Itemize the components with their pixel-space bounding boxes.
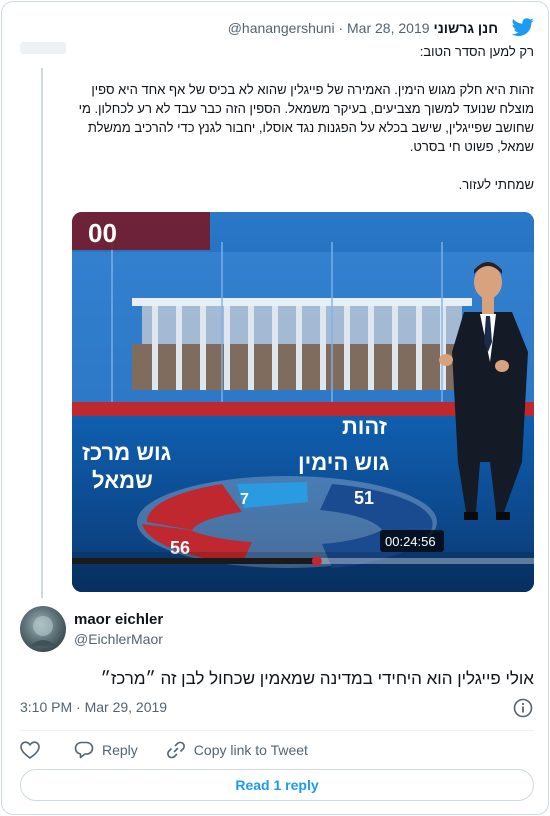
label-party: זהות (342, 414, 387, 439)
number-right-bloc: 51 (354, 488, 374, 508)
quoted-date[interactable]: Mar 28, 2019 (347, 20, 430, 36)
quoted-paragraph-2: זהות היא חלק מגוש הימין. האמירה של פייגל… (78, 82, 534, 154)
quoted-author-handle[interactable]: @hanangershuni (228, 20, 335, 36)
info-icon[interactable] (513, 698, 533, 718)
quoted-author-name[interactable]: חנן גרשוני (434, 20, 498, 36)
quoted-author-handle-date: @hanangershuni · Mar 28, 2019 (228, 20, 430, 36)
read-replies-button[interactable]: Read 1 reply (20, 769, 534, 801)
video-progress-fill (72, 558, 317, 564)
heart-icon[interactable] (20, 741, 40, 759)
video-timestamp: 00:24:56 (385, 534, 436, 549)
label-left-bloc-line1: גוש מרכז (82, 440, 171, 465)
reply-author-avatar[interactable] (20, 606, 66, 652)
video-progress-knob[interactable] (311, 556, 322, 566)
tweet-embed-card: חנן גרשוני @hanangershuni · Mar 28, 2019… (1, 1, 549, 815)
reply-author-handle[interactable]: @EichlerMaor (74, 631, 163, 647)
reply-tweet-text: אולי פייגלין הוא היחידי במדינה שמאמין שכ… (100, 669, 534, 688)
reply-timestamp[interactable]: 3:10 PM · Mar 29, 2019 (20, 699, 167, 715)
link-icon (166, 741, 185, 759)
reply-author-name[interactable]: maor eichler (74, 611, 163, 628)
like-action[interactable] (20, 741, 40, 759)
quoted-paragraph-3: שמחתי לעזור. (458, 177, 534, 192)
number-party: 7 (240, 491, 249, 508)
quoted-avatar-placeholder (20, 42, 66, 54)
reply-action-label: Reply (102, 742, 138, 758)
separator-dot: · (338, 20, 344, 36)
reply-action[interactable]: Reply (74, 741, 138, 759)
channel-logo: 00 (88, 218, 117, 248)
thread-line (41, 68, 43, 598)
label-right-bloc: גוש הימין (298, 450, 389, 475)
quoted-tweet-header: חנן גרשוני @hanangershuni · Mar 28, 2019 (62, 18, 498, 38)
tv-studio-scene: 00 זהות גוש הימין גוש מרכז שמאל 56 51 7 (72, 212, 534, 592)
copy-link-action[interactable]: Copy link to Tweet (166, 740, 308, 760)
quoted-paragraph-1: רק למען הסדר הטוב: (419, 44, 534, 59)
label-left-bloc-line2: שמאל (92, 468, 153, 493)
divider (20, 730, 534, 731)
copy-link-label: Copy link to Tweet (193, 742, 308, 758)
twitter-bird-icon[interactable] (511, 16, 535, 38)
reply-icon (74, 741, 94, 759)
quoted-tweet-text: רק למען הסדר הטוב: זהות היא חלק מגוש הימ… (74, 42, 534, 213)
tweet-media-image[interactable]: 00 זהות גוש הימין גוש מרכז שמאל 56 51 7 (72, 212, 534, 592)
tweet-actions: Reply Copy link to Tweet (20, 740, 308, 760)
